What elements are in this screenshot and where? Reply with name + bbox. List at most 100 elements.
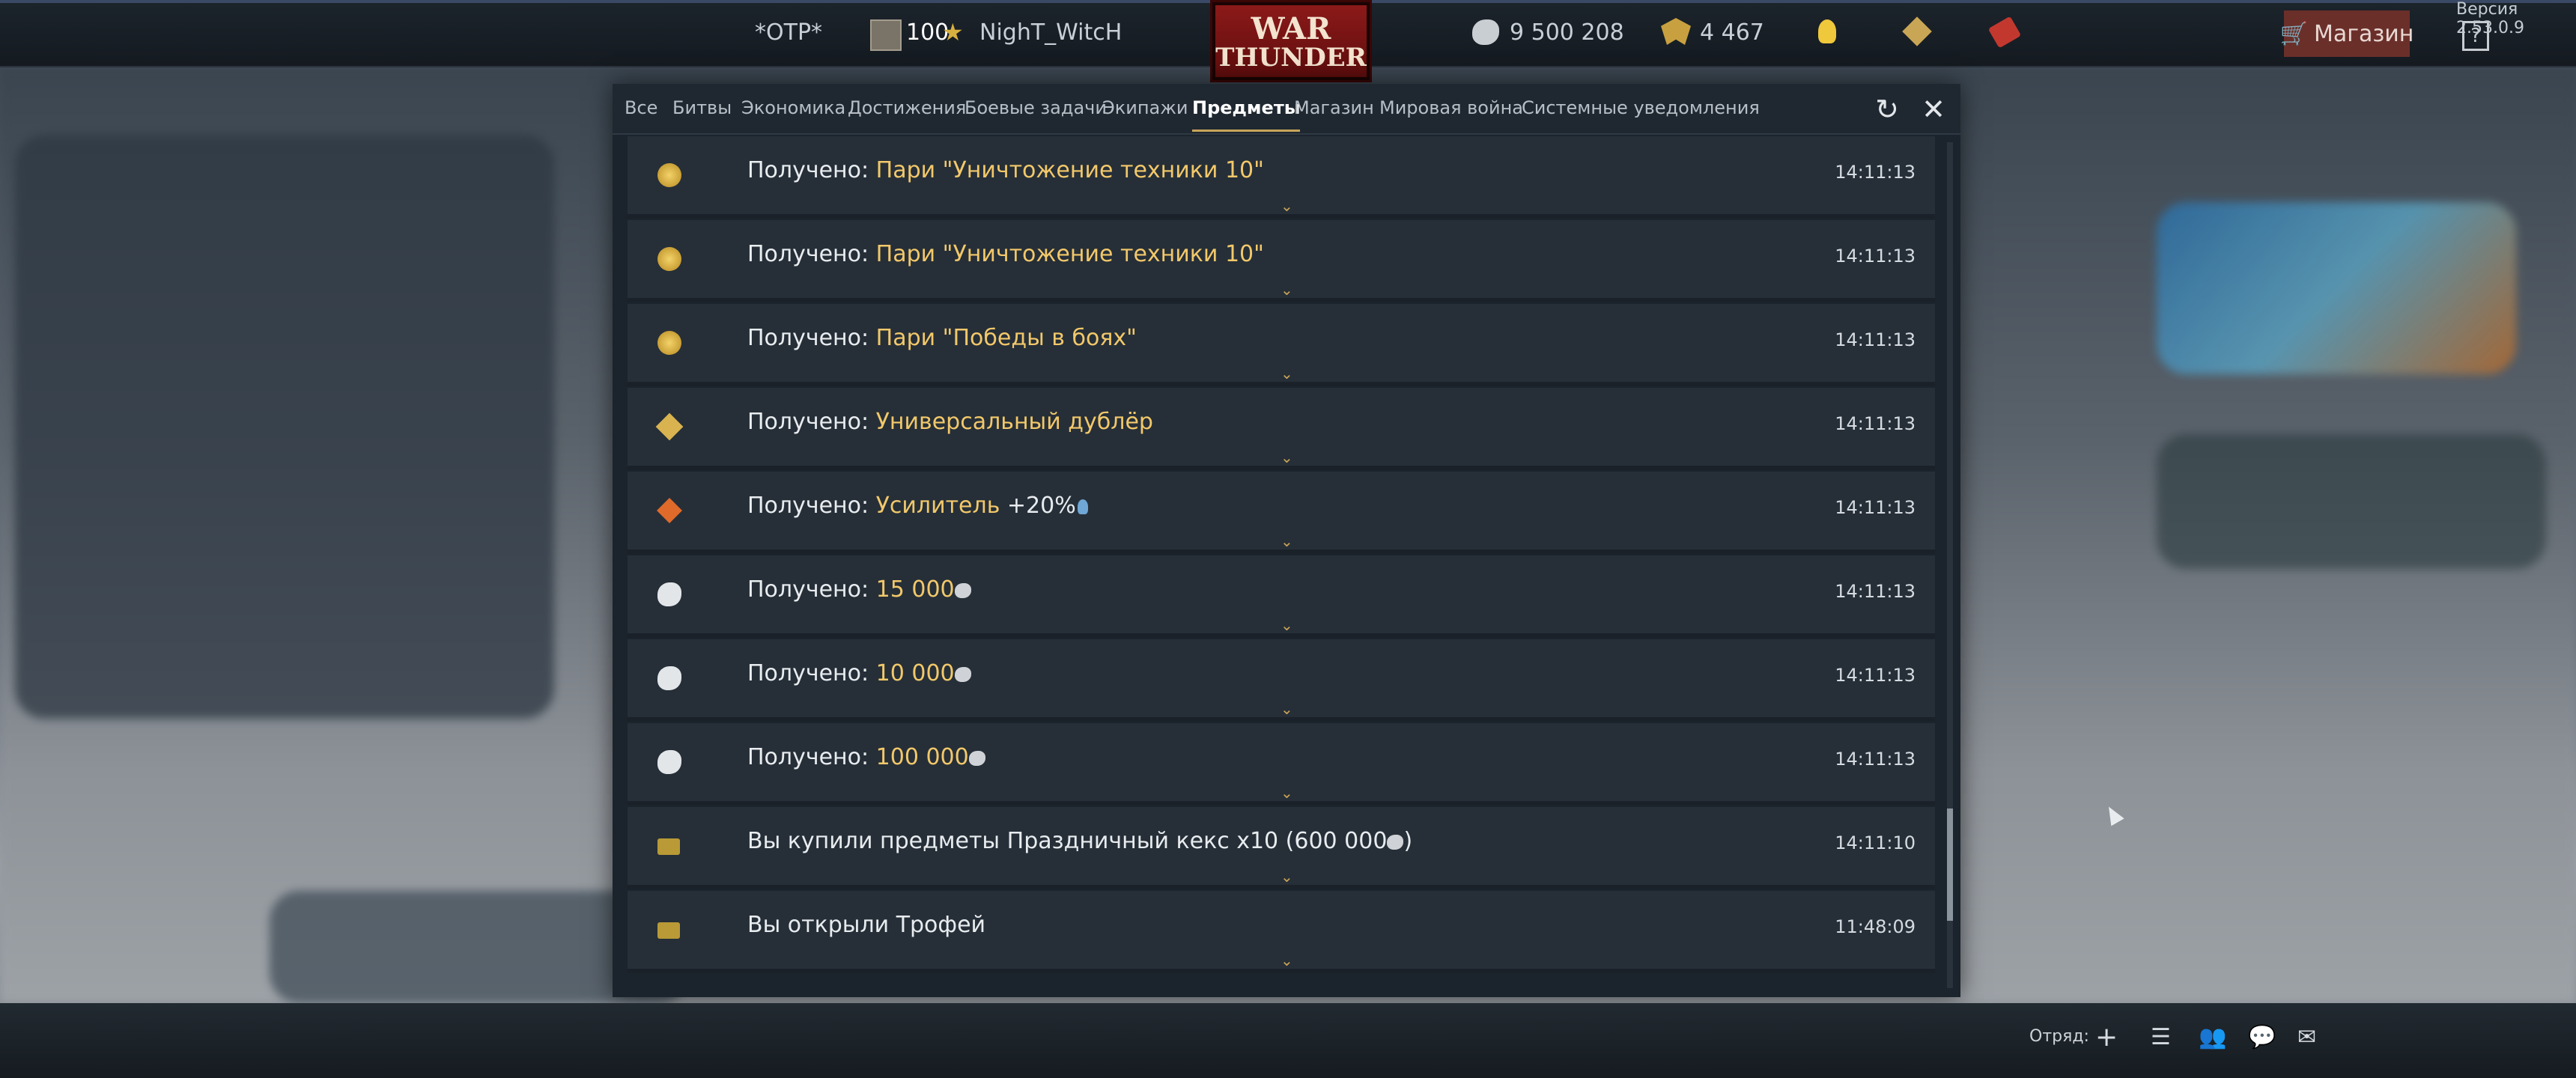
tab-crews[interactable]: Экипажи: [1102, 97, 1188, 118]
list-item-highlight: Универсальный дублёр: [875, 409, 1153, 435]
tab-items[interactable]: Предметы: [1192, 97, 1301, 132]
list-item-time: 14:11:13: [1835, 749, 1916, 770]
list-item-text: Получено: 15 000: [747, 576, 971, 603]
expand-chevron-icon[interactable]: ⌄: [1281, 785, 1295, 800]
scrollbar-thumb[interactable]: [1947, 808, 1953, 921]
close-icon[interactable]: ✕: [1917, 93, 1950, 126]
research-bulb-icon: [1077, 499, 1088, 514]
list-item-prefix: Получено:: [747, 325, 876, 351]
list-item-prefix: Вы открыли Трофей: [747, 912, 986, 938]
list-item-text: Вы купили предметы Праздничный кекс x10 …: [747, 828, 1412, 854]
list-item-time: 14:11:13: [1835, 665, 1916, 686]
silver-lion-icon: [657, 666, 681, 690]
lightbulb-icon[interactable]: [1818, 19, 1836, 43]
gold-medal-icon: [657, 163, 681, 187]
golden-eagles-balance[interactable]: 4 467: [1700, 19, 1764, 46]
tab-shop[interactable]: Магазин: [1294, 97, 1374, 118]
warpoints-diamond-icon[interactable]: [1902, 16, 1932, 46]
list-item[interactable]: Получено: Универсальный дублёр 14:11:13 …: [628, 388, 1935, 470]
golden-eagle-icon: [1661, 18, 1691, 45]
expand-chevron-icon[interactable]: ⌄: [1281, 701, 1295, 716]
list-item-text: Получено: Усилитель +20%: [747, 493, 1088, 519]
player-name[interactable]: NighT_WitcH: [979, 19, 1122, 46]
notification-list[interactable]: Получено: Пари "Уничтожение техники 10" …: [628, 136, 1950, 996]
list-item-prefix: Получено:: [747, 744, 876, 770]
tab-world-war[interactable]: Мировая война: [1379, 97, 1523, 118]
list-item-highlight: Усилитель: [875, 493, 1000, 519]
mail-icon[interactable]: ✉: [2297, 1024, 2324, 1051]
chat-icon[interactable]: 💬: [2248, 1024, 2276, 1051]
gold-medal-icon: [657, 247, 681, 271]
background-left-panel: [15, 135, 554, 719]
list-item[interactable]: Получено: Пари "Уничтожение техники 10" …: [628, 136, 1935, 219]
silver-lion-icon: [1387, 834, 1404, 850]
tab-all[interactable]: Все: [625, 97, 657, 118]
list-item[interactable]: Вы открыли Трофей 11:48:09 ⌄: [628, 891, 1935, 973]
list-item-text: Получено: Пари "Победы в боях": [747, 325, 1137, 351]
list-item[interactable]: Получено: 10 000 14:11:13 ⌄: [628, 639, 1935, 722]
list-item-highlight: 15 000: [875, 576, 955, 603]
list-item-text: Получено: Пари "Уничтожение техники 10": [747, 241, 1264, 267]
tab-achievements[interactable]: Достижения: [848, 97, 966, 118]
expand-chevron-icon[interactable]: ⌄: [1281, 869, 1295, 884]
expand-chevron-icon[interactable]: ⌄: [1281, 450, 1295, 465]
list-item-time: 14:11:13: [1835, 497, 1916, 518]
expand-chevron-icon[interactable]: ⌄: [1281, 282, 1295, 297]
shopping-cart-icon: 🛒: [2279, 20, 2308, 47]
silver-lion-icon: [657, 750, 681, 774]
background-right-panel: [2157, 434, 2546, 569]
trophy-chest-icon: [657, 922, 680, 939]
player-avatar[interactable]: [870, 19, 902, 51]
log-window: Все Битвы Экономика Достижения Боевые за…: [613, 84, 1960, 997]
list-item-time: 14:11:10: [1835, 832, 1916, 853]
list-item[interactable]: Получено: Усилитель +20% 14:11:13 ⌄: [628, 472, 1935, 554]
list-scrollbar[interactable]: [1947, 142, 1953, 988]
list-item-prefix: Получено:: [747, 409, 876, 435]
list-item-highlight: 100 000: [875, 744, 969, 770]
battle-pass-icon[interactable]: [1987, 16, 2022, 49]
list-item-time: 14:11:13: [1835, 246, 1916, 267]
list-item[interactable]: Получено: Пари "Уничтожение техники 10" …: [628, 220, 1935, 302]
contacts-icon[interactable]: 👥: [2199, 1024, 2226, 1051]
add-squad-member-icon[interactable]: +: [2095, 1024, 2122, 1051]
war-thunder-logo[interactable]: WAR THUNDER: [1210, 0, 1372, 82]
refresh-icon[interactable]: ↻: [1871, 93, 1904, 126]
list-item-suffix: ): [1403, 828, 1413, 854]
list-item-time: 14:11:13: [1835, 413, 1916, 434]
list-icon[interactable]: ☰: [2151, 1024, 2178, 1051]
tab-battle-tasks[interactable]: Боевые задачи: [965, 97, 1107, 118]
list-item-prefix: Вы купили предметы Праздничный кекс x10 …: [747, 828, 1388, 854]
bottom-bar: Отряд: + ☰ 👥 💬 ✉: [0, 1003, 2576, 1078]
list-item[interactable]: Вы купили предметы Праздничный кекс x10 …: [628, 807, 1935, 889]
booster-icon: [657, 498, 682, 523]
expand-chevron-icon[interactable]: ⌄: [1281, 618, 1295, 633]
list-item-text: Получено: Пари "Уничтожение техники 10": [747, 157, 1264, 183]
squad-tag[interactable]: *OTP*: [755, 19, 822, 46]
top-bar: *OTP* 100 ★ NighT_WitcH WAR THUNDER 9 50…: [0, 0, 2576, 82]
backup-ticket-icon: [655, 412, 684, 441]
list-item-prefix: Получено:: [747, 493, 876, 519]
tab-economy[interactable]: Экономика: [741, 97, 845, 118]
rank-star-icon: ★: [942, 18, 964, 46]
list-item[interactable]: Получено: Пари "Победы в боях" 14:11:13 …: [628, 304, 1935, 386]
silver-lion-icon: [968, 750, 985, 766]
shop-button[interactable]: 🛒 Магазин: [2280, 10, 2414, 57]
expand-chevron-icon[interactable]: ⌄: [1281, 366, 1295, 381]
tab-battles[interactable]: Битвы: [672, 97, 732, 118]
expand-chevron-icon[interactable]: ⌄: [1281, 534, 1295, 549]
logo-text-war: WAR: [1251, 11, 1331, 46]
expand-chevron-icon[interactable]: ⌄: [1281, 953, 1295, 968]
list-item[interactable]: Получено: 100 000 14:11:13 ⌄: [628, 723, 1935, 806]
shop-button-label: Магазин: [2313, 20, 2414, 47]
expand-chevron-icon[interactable]: ⌄: [1281, 198, 1295, 213]
list-item-text: Вы открыли Трофей: [747, 912, 985, 938]
list-item-time: 11:48:09: [1835, 916, 1916, 937]
silver-lions-balance[interactable]: 9 500 208: [1510, 19, 1624, 46]
silver-lion-icon: [954, 582, 971, 598]
silver-lion-icon: [954, 666, 971, 682]
tab-system-notifications[interactable]: Системные уведомления: [1522, 97, 1760, 118]
list-item[interactable]: Получено: 15 000 14:11:13 ⌄: [628, 555, 1935, 638]
list-item-highlight: Пари "Победы в боях": [875, 325, 1137, 351]
list-item-highlight: 10 000: [875, 660, 955, 686]
list-item-highlight: Пари "Уничтожение техники 10": [875, 157, 1264, 183]
